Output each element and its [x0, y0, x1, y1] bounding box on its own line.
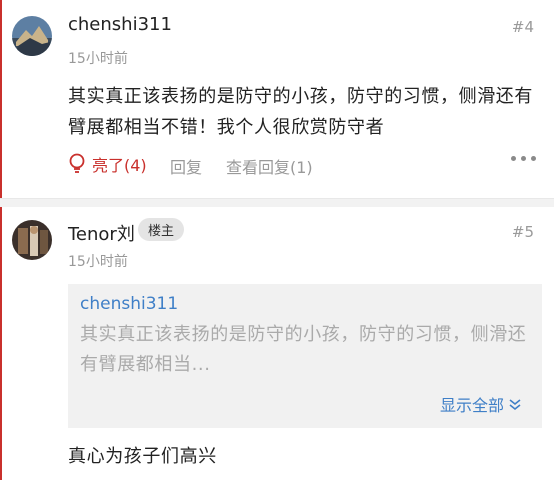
post-floor-5: Tenor刘 楼主 15小时前 #5 chenshi311 其实真正该表扬的是防…: [0, 206, 554, 480]
username[interactable]: Tenor刘: [68, 220, 135, 246]
quoted-username[interactable]: chenshi311: [80, 294, 178, 314]
view-replies-button[interactable]: 查看回复(1): [226, 154, 313, 178]
op-badge: 楼主: [138, 218, 185, 241]
reply-button[interactable]: 回复: [170, 154, 202, 178]
post-content: 真心为孩子们高兴: [68, 446, 217, 467]
quoted-reply[interactable]: chenshi311 其实真正该表扬的是防守的小孩，防守的习惯，侧滑还有臂展都相…: [68, 284, 542, 428]
show-all-label: 显示全部: [439, 396, 504, 415]
floor-number: #4: [511, 18, 534, 36]
double-chevron-down-icon: [509, 399, 521, 411]
floor-number: #5: [511, 223, 534, 241]
timestamp: 15小时前: [68, 254, 128, 270]
lightbulb-icon: [69, 153, 85, 173]
quoted-text: 其实真正该表扬的是防守的小孩，防守的习惯，侧滑还有臂展都相当...: [80, 324, 527, 375]
more-options-icon[interactable]: [511, 156, 536, 161]
avatar[interactable]: [12, 16, 52, 56]
post-actions: 亮了(4) 回复 查看回复(1): [68, 152, 546, 178]
post-floor-4: chenshi311 15小时前 #4 其实真正该表扬的是防守的小孩，防守的习惯…: [0, 0, 554, 198]
like-button[interactable]: 亮了(4): [68, 152, 147, 176]
avatar[interactable]: [12, 220, 52, 260]
show-all-button[interactable]: 显示全部: [440, 392, 522, 416]
username[interactable]: chenshi311: [68, 14, 172, 35]
timestamp: 15小时前: [68, 51, 128, 67]
post-content: 其实真正该表扬的是防守的小孩，防守的习惯，侧滑还有臂展都相当不错！我个人很欣赏防…: [68, 86, 533, 138]
like-label: 亮了(4): [92, 156, 147, 175]
